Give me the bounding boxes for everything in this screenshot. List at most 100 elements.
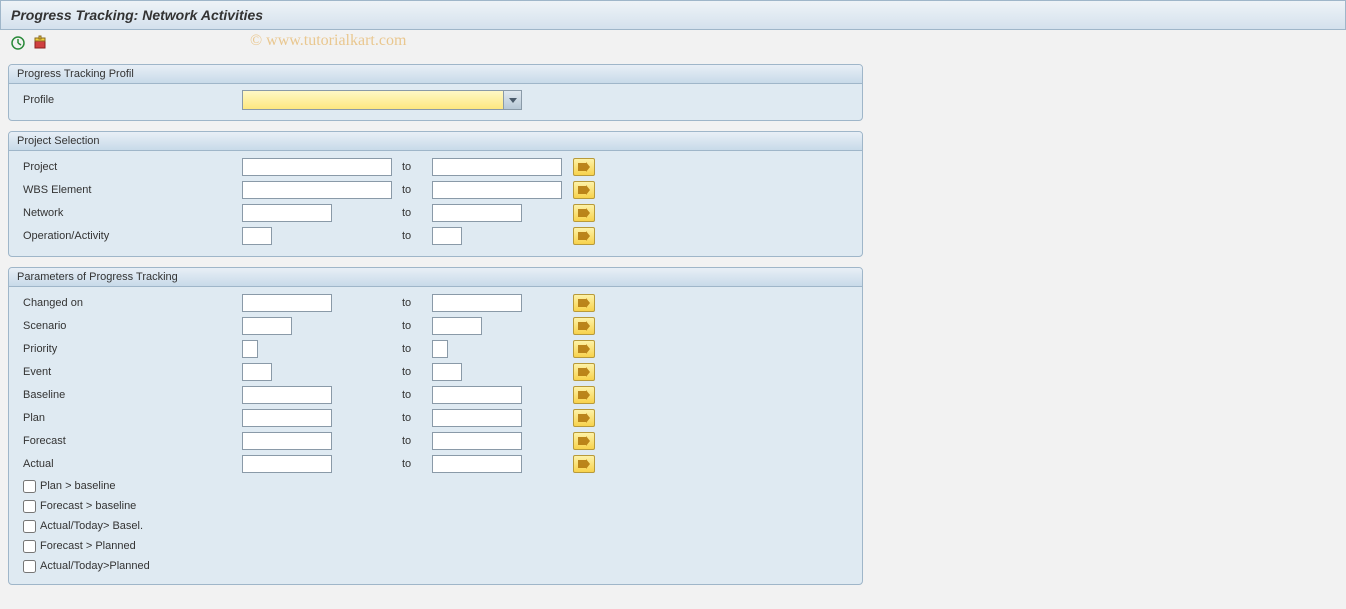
row-scenario: Scenario to: [17, 315, 854, 337]
changed-more-button[interactable]: [573, 294, 595, 312]
plan-to-input[interactable]: [432, 409, 522, 427]
forecast-more-button[interactable]: [573, 432, 595, 450]
operation-to-label: to: [402, 230, 432, 242]
actual-to-label: to: [402, 458, 432, 470]
check-actual-basel: Actual/Today> Basel.: [17, 516, 854, 536]
wbs-label: WBS Element: [17, 184, 242, 196]
project-from-input[interactable]: [242, 158, 392, 176]
forecast-to-input[interactable]: [432, 432, 522, 450]
profile-input[interactable]: [243, 91, 503, 109]
content-area: Progress Tracking Profil Profile Project…: [0, 56, 1346, 603]
project-label: Project: [17, 161, 242, 173]
check-forecast-planned: Forecast > Planned: [17, 536, 854, 556]
check-forecast-planned-label: Forecast > Planned: [40, 540, 136, 552]
row-changed: Changed on to: [17, 292, 854, 314]
group-header-project: Project Selection: [9, 132, 862, 151]
row-operation: Operation/Activity to: [17, 225, 854, 247]
watermark-text: © www.tutorialkart.com: [250, 32, 406, 50]
forecast-to-label: to: [402, 435, 432, 447]
project-to-input[interactable]: [432, 158, 562, 176]
check-plan-baseline-label: Plan > baseline: [40, 480, 116, 492]
row-priority: Priority to: [17, 338, 854, 360]
actual-from-input[interactable]: [242, 455, 332, 473]
baseline-more-button[interactable]: [573, 386, 595, 404]
row-wbs: WBS Element to: [17, 179, 854, 201]
network-to-label: to: [402, 207, 432, 219]
check-forecast-baseline: Forecast > baseline: [17, 496, 854, 516]
check-actual-basel-label: Actual/Today> Basel.: [40, 520, 143, 532]
check-plan-baseline-box[interactable]: [23, 480, 36, 493]
forecast-label: Forecast: [17, 435, 242, 447]
check-actual-planned-label: Actual/Today>Planned: [40, 560, 150, 572]
event-more-button[interactable]: [573, 363, 595, 381]
plan-from-input[interactable]: [242, 409, 332, 427]
check-forecast-baseline-box[interactable]: [23, 500, 36, 513]
group-project-selection: Project Selection Project to WBS Element…: [8, 131, 863, 257]
network-to-input[interactable]: [432, 204, 522, 222]
event-from-input[interactable]: [242, 363, 272, 381]
row-event: Event to: [17, 361, 854, 383]
plan-more-button[interactable]: [573, 409, 595, 427]
changed-from-input[interactable]: [242, 294, 332, 312]
actual-more-button[interactable]: [573, 455, 595, 473]
project-to-label: to: [402, 161, 432, 173]
actual-to-input[interactable]: [432, 455, 522, 473]
row-baseline: Baseline to: [17, 384, 854, 406]
priority-to-label: to: [402, 343, 432, 355]
row-actual: Actual to: [17, 453, 854, 475]
scenario-more-button[interactable]: [573, 317, 595, 335]
changed-label: Changed on: [17, 297, 242, 309]
network-more-button[interactable]: [573, 204, 595, 222]
row-project: Project to: [17, 156, 854, 178]
check-actual-basel-box[interactable]: [23, 520, 36, 533]
check-actual-planned: Actual/Today>Planned: [17, 556, 854, 576]
check-actual-planned-box[interactable]: [23, 560, 36, 573]
row-plan: Plan to: [17, 407, 854, 429]
check-plan-baseline: Plan > baseline: [17, 476, 854, 496]
check-forecast-baseline-label: Forecast > baseline: [40, 500, 136, 512]
priority-from-input[interactable]: [242, 340, 258, 358]
changed-to-input[interactable]: [432, 294, 522, 312]
forecast-from-input[interactable]: [242, 432, 332, 450]
operation-to-input[interactable]: [432, 227, 462, 245]
event-to-label: to: [402, 366, 432, 378]
wbs-to-input[interactable]: [432, 181, 562, 199]
baseline-to-label: to: [402, 389, 432, 401]
priority-label: Priority: [17, 343, 242, 355]
toolbar: © www.tutorialkart.com: [0, 30, 1346, 56]
wbs-to-label: to: [402, 184, 432, 196]
scenario-label: Scenario: [17, 320, 242, 332]
operation-from-input[interactable]: [242, 227, 272, 245]
network-label: Network: [17, 207, 242, 219]
title-bar: Progress Tracking: Network Activities: [0, 0, 1346, 30]
group-header-profil: Progress Tracking Profil: [9, 65, 862, 84]
get-variant-icon[interactable]: [32, 35, 48, 51]
check-forecast-planned-box[interactable]: [23, 540, 36, 553]
baseline-from-input[interactable]: [242, 386, 332, 404]
group-header-params: Parameters of Progress Tracking: [9, 268, 862, 287]
group-progress-tracking-profil: Progress Tracking Profil Profile: [8, 64, 863, 121]
baseline-to-input[interactable]: [432, 386, 522, 404]
baseline-label: Baseline: [17, 389, 242, 401]
changed-to-label: to: [402, 297, 432, 309]
wbs-from-input[interactable]: [242, 181, 392, 199]
event-to-input[interactable]: [432, 363, 462, 381]
wbs-more-button[interactable]: [573, 181, 595, 199]
event-label: Event: [17, 366, 242, 378]
row-network: Network to: [17, 202, 854, 224]
actual-label: Actual: [17, 458, 242, 470]
priority-to-input[interactable]: [432, 340, 448, 358]
execute-icon[interactable]: [10, 35, 26, 51]
project-more-button[interactable]: [573, 158, 595, 176]
network-from-input[interactable]: [242, 204, 332, 222]
operation-label: Operation/Activity: [17, 230, 242, 242]
scenario-to-label: to: [402, 320, 432, 332]
group-parameters: Parameters of Progress Tracking Changed …: [8, 267, 863, 585]
operation-more-button[interactable]: [573, 227, 595, 245]
dropdown-arrow-icon[interactable]: [503, 91, 521, 109]
scenario-to-input[interactable]: [432, 317, 482, 335]
priority-more-button[interactable]: [573, 340, 595, 358]
profile-dropdown[interactable]: [242, 90, 522, 110]
scenario-from-input[interactable]: [242, 317, 292, 335]
row-forecast: Forecast to: [17, 430, 854, 452]
